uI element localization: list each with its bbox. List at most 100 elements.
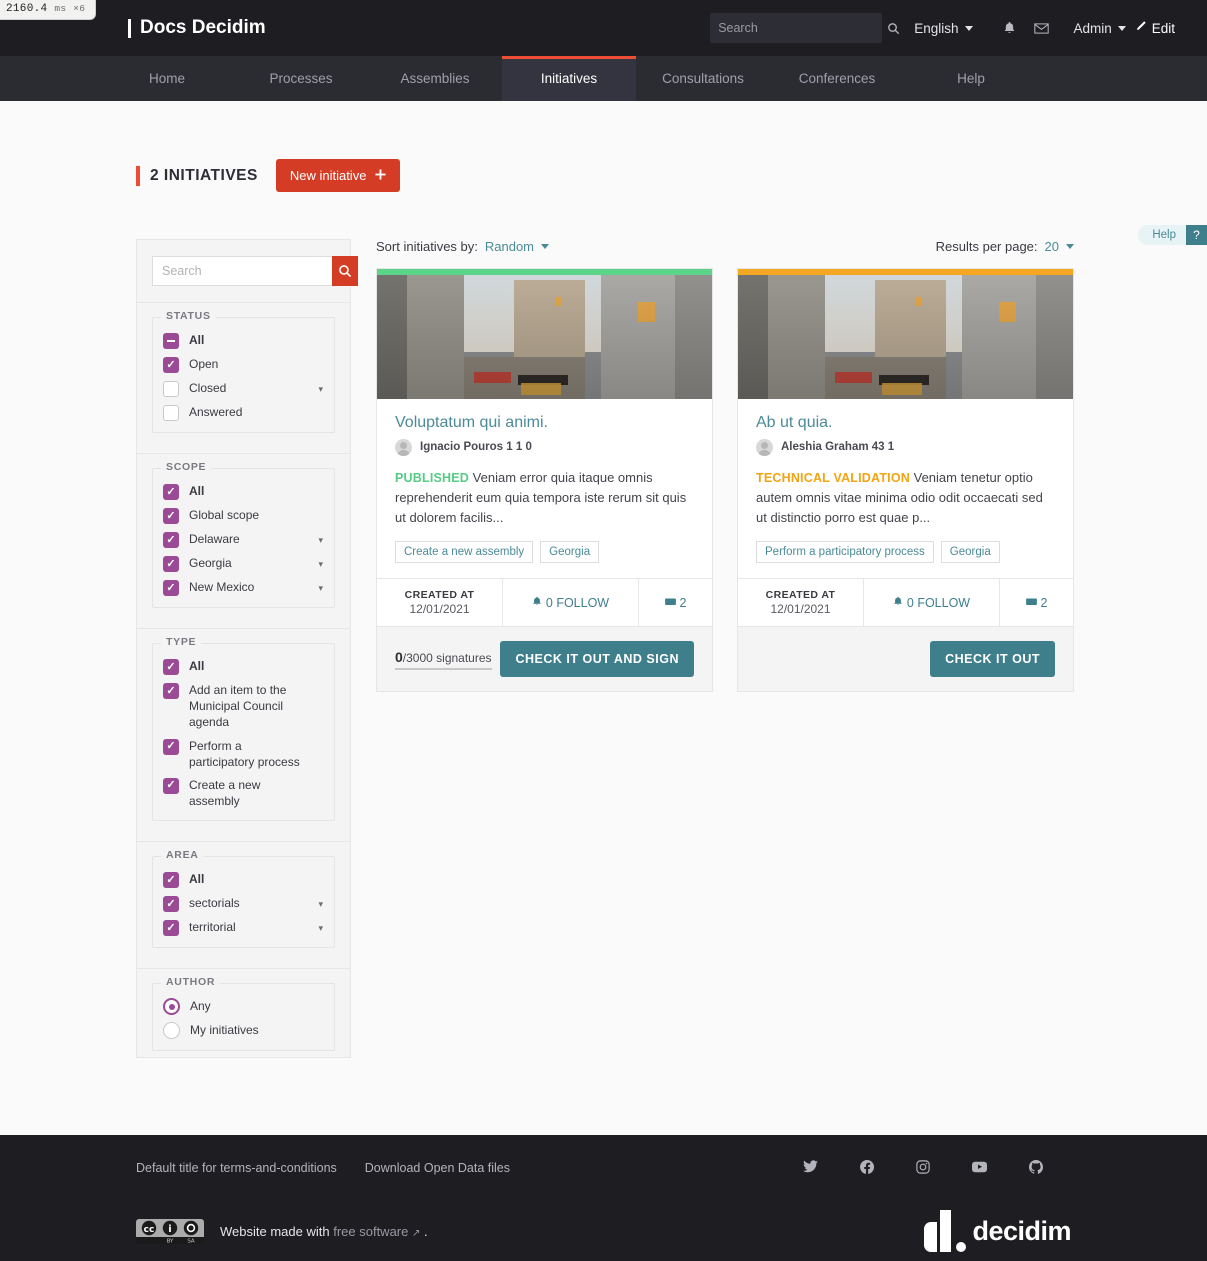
filter-option[interactable]: ✓ sectorials ▾: [163, 895, 324, 913]
free-software-link[interactable]: free software: [333, 1224, 408, 1239]
initiative-card[interactable]: Ab ut quia. Aleshia Graham 43 1 TECHNICAL …: [737, 268, 1074, 693]
search-icon[interactable]: [887, 22, 900, 35]
footer-link-terms[interactable]: Default title for terms-and-conditions: [136, 1161, 337, 1175]
card-author[interactable]: Ignacio Pouros 1 1 0: [395, 438, 694, 456]
filter-option-label: Add an item to the Municipal Council age…: [189, 683, 287, 730]
checkbox-checked-icon[interactable]: ✓: [163, 896, 179, 913]
filter-option[interactable]: Answered: [163, 404, 324, 421]
card-follow-button[interactable]: 0 FOLLOW: [864, 579, 1000, 627]
nav-item-conferences[interactable]: Conferences: [770, 56, 904, 101]
card-actions: 0/3000 signatures CHECK IT OUT AND SIGN: [377, 626, 712, 692]
filter-option[interactable]: ✓ All: [163, 483, 324, 500]
filter-option[interactable]: ✓ Georgia ▾: [163, 555, 324, 572]
card-author[interactable]: Aleshia Graham 43 1: [756, 438, 1055, 456]
user-menu[interactable]: Admin: [1073, 21, 1126, 36]
card-tag[interactable]: Create a new assembly: [395, 541, 534, 564]
help-question-icon[interactable]: ?: [1186, 225, 1207, 245]
checkbox-checked-icon[interactable]: ✓: [163, 738, 179, 755]
initiative-card[interactable]: Voluptatum qui animi. Ignacio Pouros 1 1 …: [376, 268, 713, 693]
filter-option[interactable]: ✓ New Mexico ▾: [163, 579, 324, 596]
filter-option[interactable]: ✓ Global scope: [163, 507, 324, 524]
chevron-down-icon: [1066, 244, 1074, 249]
checkbox-unchecked-icon[interactable]: [163, 405, 179, 421]
mail-icon[interactable]: [1034, 22, 1050, 34]
card-comments[interactable]: 2: [639, 579, 712, 626]
card-image: [738, 275, 1073, 399]
instagram-icon[interactable]: [916, 1159, 930, 1177]
language-selector[interactable]: English: [914, 21, 974, 36]
checkbox-checked-icon[interactable]: ✓: [163, 532, 179, 548]
author-option[interactable]: Any: [163, 998, 324, 1016]
filter-option[interactable]: ✓ All: [163, 871, 324, 889]
card-action-button[interactable]: CHECK IT OUT AND SIGN: [500, 641, 694, 678]
checkbox-checked-icon[interactable]: ✓: [163, 580, 179, 596]
nav-item-consultations[interactable]: Consultations: [636, 56, 770, 101]
nav-item-assemblies[interactable]: Assemblies: [368, 56, 502, 101]
author-option[interactable]: My initiatives: [163, 1022, 324, 1040]
nav-item-home[interactable]: Home: [100, 56, 234, 101]
filter-option[interactable]: ✓ Open: [163, 356, 324, 373]
card-tag[interactable]: Georgia: [540, 541, 600, 564]
checkbox-indeterminate-icon[interactable]: [163, 333, 179, 349]
filter-option[interactable]: Closed ▾: [163, 380, 324, 397]
filter-option[interactable]: ✓ All: [163, 658, 324, 675]
edit-button[interactable]: Edit: [1134, 20, 1175, 36]
card-tag[interactable]: Georgia: [940, 541, 1000, 564]
twitter-icon[interactable]: [803, 1160, 818, 1176]
checkbox-checked-icon[interactable]: ✓: [163, 556, 179, 572]
global-search[interactable]: [710, 13, 900, 43]
checkbox-checked-icon[interactable]: ✓: [163, 777, 179, 794]
nav-item-processes[interactable]: Processes: [234, 56, 368, 101]
checkbox-checked-icon[interactable]: ✓: [163, 508, 179, 524]
chevron-down-icon[interactable]: ▾: [318, 384, 323, 395]
filter-option[interactable]: ✓ Perform a participatory process: [163, 738, 324, 770]
checkbox-checked-icon[interactable]: ✓: [163, 659, 179, 675]
sidebar-search[interactable]: [137, 240, 358, 303]
checkbox-checked-icon[interactable]: ✓: [163, 357, 179, 373]
sort-label: Sort initiatives by:: [376, 239, 478, 254]
filter-option-label: territorial: [189, 920, 236, 935]
svg-text:i: i: [168, 1224, 171, 1235]
checkbox-checked-icon[interactable]: ✓: [163, 872, 179, 889]
filter-option[interactable]: ✓ territorial ▾: [163, 919, 324, 937]
checkbox-checked-icon[interactable]: ✓: [163, 484, 179, 500]
chevron-down-icon[interactable]: ▾: [318, 899, 323, 910]
github-icon[interactable]: [1029, 1159, 1044, 1177]
youtube-icon[interactable]: [972, 1161, 987, 1176]
filter-option[interactable]: All: [163, 332, 324, 349]
footer-link-opendata[interactable]: Download Open Data files: [365, 1161, 510, 1175]
chevron-down-icon[interactable]: ▾: [318, 923, 323, 934]
help-widget[interactable]: Help ?: [1138, 225, 1207, 245]
filter-option[interactable]: ✓ Delaware ▾: [163, 531, 324, 548]
new-initiative-button[interactable]: New initiative: [275, 159, 401, 192]
radio-selected-icon[interactable]: [163, 998, 180, 1016]
chevron-down-icon[interactable]: ▾: [318, 583, 323, 594]
nav-item-initiatives[interactable]: Initiatives: [502, 56, 636, 101]
bell-icon[interactable]: [1003, 21, 1016, 35]
card-tag[interactable]: Perform a participatory process: [756, 541, 934, 564]
radio-unselected-icon[interactable]: [163, 1022, 180, 1040]
filter-option[interactable]: ✓ Create a new assembly: [163, 777, 324, 809]
sidebar-search-input[interactable]: [152, 256, 332, 286]
card-title[interactable]: Ab ut quia.: [756, 413, 1055, 434]
filter-group-status: STATUS All ✓ Open Closed ▾ Answered: [137, 303, 350, 439]
filter-option[interactable]: ✓ Add an item to the Municipal Council ag…: [163, 682, 324, 731]
checkbox-unchecked-icon[interactable]: [163, 381, 179, 397]
per-page-dropdown[interactable]: 20: [1045, 239, 1074, 254]
search-input[interactable]: [710, 21, 888, 35]
nav-item-help[interactable]: Help: [904, 56, 1038, 101]
checkbox-checked-icon[interactable]: ✓: [163, 683, 179, 699]
facebook-icon[interactable]: [860, 1159, 875, 1177]
card-title[interactable]: Voluptatum qui animi.: [395, 413, 694, 434]
card-created: CREATED AT 12/01/2021: [738, 579, 864, 627]
card-action-button[interactable]: CHECK IT OUT: [930, 641, 1055, 678]
main-navigation: Home Processes Assemblies Initiatives Consul…: [0, 56, 1207, 101]
card-comments[interactable]: 2: [1000, 579, 1073, 626]
chevron-down-icon[interactable]: ▾: [318, 559, 323, 570]
brand-logo[interactable]: Docs Decidim: [128, 17, 266, 39]
card-follow-button[interactable]: 0 FOLLOW: [503, 579, 639, 627]
sidebar-search-button[interactable]: [332, 256, 358, 286]
sort-dropdown[interactable]: Random: [485, 239, 550, 254]
chevron-down-icon[interactable]: ▾: [318, 535, 323, 546]
checkbox-checked-icon[interactable]: ✓: [163, 920, 179, 937]
